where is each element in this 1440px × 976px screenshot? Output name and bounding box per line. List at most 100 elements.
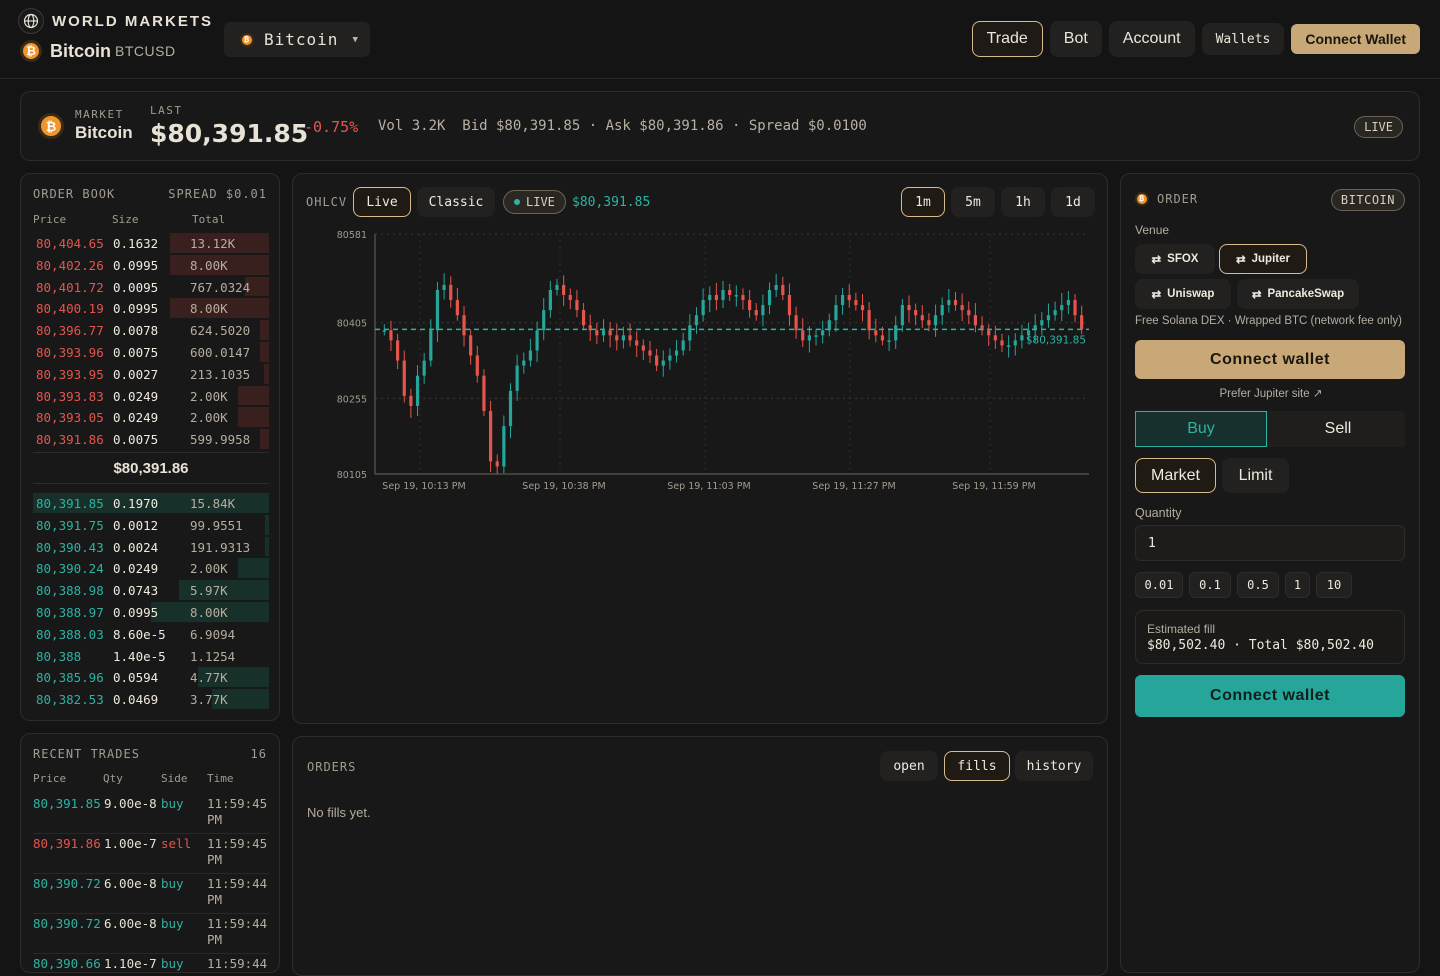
ask-row[interactable]: 80,391.86 0.0075 599.9958 bbox=[33, 428, 269, 450]
nav-bot-button[interactable]: Bot bbox=[1049, 21, 1102, 57]
x-tick-label: Sep 19, 11:59 PM bbox=[952, 481, 1035, 492]
ask-price: 80,393.96 bbox=[36, 344, 104, 360]
venue-pancakeswap-button[interactable]: ⇄ PancakeSwap bbox=[1237, 279, 1359, 309]
recent-trades-title: RECENT TRADES bbox=[33, 747, 140, 761]
ask-row[interactable]: 80,396.77 0.0078 624.5020 bbox=[33, 319, 269, 341]
candle-body bbox=[1066, 300, 1070, 306]
orders-tab-open[interactable]: open bbox=[880, 751, 938, 781]
candle-body bbox=[635, 340, 639, 346]
candle-body bbox=[668, 355, 672, 361]
interval-5m-button[interactable]: 5m bbox=[951, 187, 995, 217]
top-bar: WORLD MARKETS ₿ Bitcoin BTCUSD ₿ Bitcoin… bbox=[0, 0, 1440, 79]
venue-jupiter-button[interactable]: ⇄ Jupiter bbox=[1219, 244, 1307, 274]
bid-row[interactable]: 80,385.96 0.0594 4.77K bbox=[33, 666, 269, 688]
sell-button[interactable]: Sell bbox=[1271, 411, 1405, 447]
venue-sfox-button[interactable]: ⇄ SFOX bbox=[1135, 244, 1215, 274]
ask-row[interactable]: 80,400.19 0.0995 8.00K bbox=[33, 297, 269, 319]
bid-row[interactable]: 80,388.98 0.0743 5.97K bbox=[33, 579, 269, 601]
orders-tab-fills[interactable]: fills bbox=[944, 751, 1010, 781]
ask-row[interactable]: 80,404.65 0.1632 13.12K bbox=[33, 232, 269, 254]
nav-trade-button[interactable]: Trade bbox=[971, 21, 1043, 57]
chart-mode-live-button[interactable]: Live bbox=[353, 187, 411, 217]
x-tick-label: Sep 19, 10:38 PM bbox=[522, 481, 605, 492]
candle-body bbox=[907, 305, 911, 311]
qty-chip-0.5[interactable]: 0.5 bbox=[1237, 572, 1279, 598]
candle-body bbox=[854, 300, 858, 306]
qty-chip-10[interactable]: 10 bbox=[1316, 572, 1352, 598]
nav-account-button[interactable]: Account bbox=[1108, 21, 1195, 57]
bids-list: 80,391.85 0.1970 15.84K 80,391.75 0.0012 99.9… bbox=[33, 492, 269, 710]
connect-wallet-bottom-button[interactable]: Connect wallet bbox=[1135, 675, 1405, 717]
ask-total: 599.9958 bbox=[190, 432, 251, 448]
order-book: ORDER BOOK SPREAD $0.01 Price Size Total… bbox=[20, 173, 280, 721]
orders-tab-history[interactable]: history bbox=[1015, 751, 1093, 781]
depth-bar bbox=[259, 429, 269, 449]
ask-price: 80,391.86 bbox=[36, 432, 104, 448]
qty-chip-1[interactable]: 1 bbox=[1285, 572, 1310, 598]
ask-row[interactable]: 80,402.26 0.0995 8.00K bbox=[33, 254, 269, 276]
rt-col-side: Side bbox=[161, 772, 188, 785]
bid-row[interactable]: 80,388 1.40e-5 1.1254 bbox=[33, 645, 269, 667]
trade-time: 11:59:44 PM bbox=[207, 956, 268, 971]
trade-side: buy bbox=[161, 916, 184, 931]
ask-total: 8.00K bbox=[190, 257, 228, 273]
candle-body bbox=[508, 390, 513, 427]
ask-row[interactable]: 80,393.96 0.0075 600.0147 bbox=[33, 341, 269, 363]
candle-body bbox=[475, 355, 479, 376]
trade-row: 80,391.86 1.00e-7 sell 11:59:45 PM bbox=[33, 834, 269, 874]
chart-mode-classic-button[interactable]: Classic bbox=[417, 187, 495, 217]
price-chart[interactable]: 80581 80405 80255 80105 Sep 19, 10:13 PM Sep … bbox=[293, 224, 1108, 494]
bid-row[interactable]: 80,391.85 0.1970 15.84K bbox=[33, 492, 269, 514]
candle-body bbox=[728, 289, 732, 296]
venue-uniswap-button[interactable]: ⇄ Uniswap bbox=[1135, 279, 1231, 309]
trade-row: 80,390.72 6.00e-8 buy 11:59:44 PM bbox=[33, 874, 269, 914]
chart-label: OHLCV bbox=[306, 195, 348, 209]
bid-row[interactable]: 80,382.53 0.0469 3.77K bbox=[33, 688, 269, 710]
trade-side: buy bbox=[161, 876, 184, 891]
bid-total: 1.1254 bbox=[190, 648, 236, 664]
bid-size: 1.40e-5 bbox=[113, 648, 166, 664]
prefer-jupiter-link[interactable]: Prefer Jupiter site ↗ bbox=[1121, 386, 1419, 400]
interval-1d-button[interactable]: 1d bbox=[1051, 187, 1095, 217]
quantity-input[interactable]: 1 bbox=[1135, 525, 1405, 561]
ticker-market-name: Bitcoin bbox=[75, 123, 133, 142]
ask-row[interactable]: 80,393.05 0.0249 2.00K bbox=[33, 406, 269, 428]
order-type-market-button[interactable]: Market bbox=[1135, 458, 1216, 493]
ask-total: 767.0324 bbox=[190, 279, 251, 295]
bid-row[interactable]: 80,388.03 8.60e-5 6.9094 bbox=[33, 623, 269, 645]
buy-button[interactable]: Buy bbox=[1135, 411, 1267, 447]
bid-size: 8.60e-5 bbox=[113, 626, 166, 642]
candle-body bbox=[568, 295, 572, 301]
trade-price: 80,390.72 bbox=[33, 916, 101, 931]
candle-body bbox=[1020, 335, 1024, 341]
trade-side: buy bbox=[161, 796, 184, 811]
bid-row[interactable]: 80,391.75 0.0012 99.9551 bbox=[33, 514, 269, 536]
candle-body bbox=[615, 335, 619, 341]
candle-body bbox=[449, 284, 453, 301]
ask-row[interactable]: 80,393.83 0.0249 2.00K bbox=[33, 385, 269, 407]
candle-body bbox=[947, 300, 951, 306]
ask-price: 80,396.77 bbox=[36, 323, 104, 339]
qty-chip-0.1[interactable]: 0.1 bbox=[1189, 572, 1231, 598]
trade-side: buy bbox=[161, 956, 184, 971]
bid-row[interactable]: 80,390.43 0.0024 191.9313 bbox=[33, 536, 269, 558]
trade-price: 80,391.86 bbox=[33, 836, 101, 851]
ask-row[interactable]: 80,401.72 0.0095 767.0324 bbox=[33, 276, 269, 298]
connect-wallet-top-button[interactable]: Connect wallet bbox=[1135, 340, 1405, 379]
interval-1m-button[interactable]: 1m bbox=[901, 187, 945, 217]
interval-1h-button[interactable]: 1h bbox=[1001, 187, 1045, 217]
candle-body bbox=[674, 350, 679, 356]
qty-chip-0.01[interactable]: 0.01 bbox=[1135, 572, 1183, 598]
ticker-stats: Vol 3.2K Bid $80,391.85 · Ask $80,391.86… bbox=[378, 118, 867, 134]
order-type-limit-button[interactable]: Limit bbox=[1222, 458, 1289, 493]
asset-select[interactable]: ₿ Bitcoin ▼ bbox=[224, 22, 370, 57]
nav-wallets-button[interactable]: Wallets bbox=[1201, 23, 1285, 55]
ask-row[interactable]: 80,393.95 0.0027 213.1035 bbox=[33, 363, 269, 385]
candle-body bbox=[621, 335, 626, 341]
connect-wallet-button[interactable]: Connect Wallet bbox=[1291, 24, 1420, 54]
bid-row[interactable]: 80,390.24 0.0249 2.00K bbox=[33, 557, 269, 579]
bid-row[interactable]: 80,388.97 0.0995 8.00K bbox=[33, 601, 269, 623]
candle-body bbox=[688, 325, 692, 341]
candle-body bbox=[721, 289, 725, 301]
recent-trades-count: 16 bbox=[250, 747, 267, 761]
